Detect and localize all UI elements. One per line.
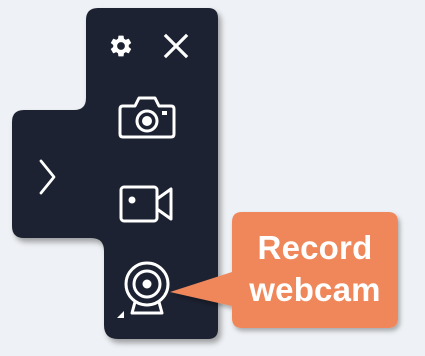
screenshot-button[interactable] bbox=[114, 90, 180, 144]
expand-button[interactable] bbox=[30, 154, 66, 200]
capture-toolbar bbox=[0, 0, 425, 351]
video-camera-icon bbox=[119, 185, 173, 223]
screencast-button[interactable] bbox=[114, 176, 180, 230]
webcam-icon bbox=[117, 261, 170, 318]
close-icon bbox=[163, 33, 189, 59]
webcam-button[interactable] bbox=[112, 256, 178, 322]
chevron-right-icon bbox=[39, 159, 56, 195]
settings-button[interactable] bbox=[106, 31, 136, 61]
close-button[interactable] bbox=[160, 31, 192, 61]
gear-icon bbox=[110, 35, 132, 57]
camera-icon bbox=[118, 96, 176, 139]
